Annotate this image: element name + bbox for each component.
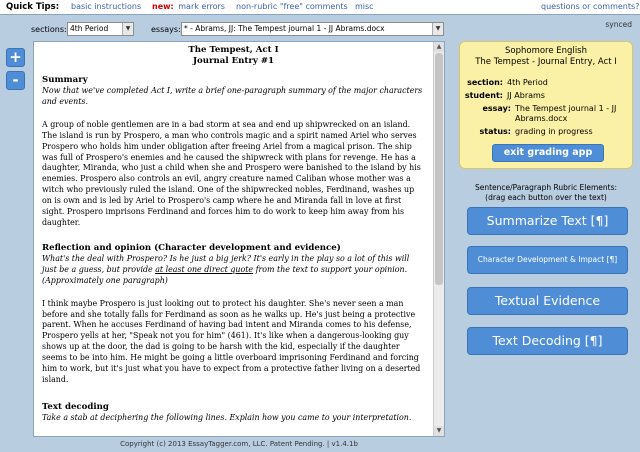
quick-tips-label: Quick Tips: — [6, 2, 60, 12]
status-key: status: — [479, 127, 511, 136]
info-student-row: student: JJ Abrams — [460, 91, 634, 101]
misc-link[interactable]: misc — [355, 0, 374, 14]
mark-errors-link[interactable]: mark errors — [178, 2, 225, 11]
scroll-down-icon[interactable]: ▼ — [434, 426, 444, 436]
essay-value: The Tempest journal 1 - JJ Abrams.docx — [515, 104, 617, 123]
essay-title: The Tempest, Act I — [188, 45, 279, 55]
character-development-button[interactable]: Character Development & Impact [¶] — [467, 246, 628, 274]
info-essay-row: essay: The Tempest journal 1 - JJ Abrams… — [460, 104, 634, 124]
exit-grading-app-button[interactable]: exit grading app — [492, 144, 604, 162]
essay-panel: The Tempest, Act I Journal Entry #1 Summ… — [33, 41, 445, 437]
info-status-row: status: grading in progress — [460, 127, 634, 137]
section-select[interactable]: 4th Period ▼ — [67, 22, 134, 36]
essay-select-value: * - Abrams, JJ: The Tempest journal 1 - … — [184, 24, 385, 33]
quick-tips-bar: Quick Tips: basic instructions new: mark… — [0, 0, 640, 15]
summarize-text-button[interactable]: Summarize Text [¶] — [467, 207, 628, 235]
reflection-prompt: What's the deal with Prospero? Is he jus… — [42, 253, 410, 285]
student-value: JJ Abrams — [507, 91, 545, 100]
essay-text[interactable]: The Tempest, Act I Journal Entry #1 Summ… — [34, 42, 433, 436]
sync-status: synced — [605, 20, 632, 29]
summary-paragraph[interactable]: A group of noble gentlemen are in a bad … — [42, 120, 425, 229]
section-key: section: — [467, 78, 503, 87]
copyright-footer: Copyright (c) 2013 EssayTagger.com, LLC.… — [120, 440, 358, 448]
essay-scrollbar[interactable]: ▲ ▼ — [433, 42, 444, 436]
rubric-elements-label: Sentence/Paragraph Rubric Elements: (dra… — [474, 183, 618, 202]
info-section-row: section: 4th Period — [460, 78, 634, 88]
essays-label: essays: — [151, 25, 181, 34]
chevron-down-icon: ▼ — [432, 23, 443, 35]
student-key: student: — [464, 91, 503, 100]
zoom-in-button[interactable]: + — [6, 48, 25, 67]
text-decoding-button[interactable]: Text Decoding [¶] — [467, 327, 628, 355]
section-value: 4th Period — [507, 78, 548, 87]
scroll-up-icon[interactable]: ▲ — [434, 42, 444, 52]
assignment-name: The Tempest - Journal Entry, Act I — [475, 57, 617, 67]
summary-prompt: Now that we've completed Act I, write a … — [42, 86, 423, 106]
essay-select[interactable]: * - Abrams, JJ: The Tempest journal 1 - … — [181, 22, 444, 36]
chevron-down-icon: ▼ — [122, 23, 133, 35]
status-value: grading in progress — [515, 127, 593, 136]
zoom-out-button[interactable]: - — [6, 71, 25, 90]
new-mark-errors: new: mark errors — [152, 0, 225, 14]
selection-controls: sections: 4th Period ▼ essays: * - Abram… — [0, 17, 640, 39]
reflection-paragraph[interactable]: I think maybe Prospero is just looking o… — [42, 299, 425, 386]
basic-instructions-link[interactable]: basic instructions — [71, 0, 141, 14]
sections-label: sections: — [31, 25, 67, 34]
questions-link[interactable]: questions or comments? — [541, 0, 639, 14]
reflection-heading: Reflection and opinion (Character develo… — [42, 242, 341, 253]
section-select-value: 4th Period — [70, 24, 109, 33]
essay-subtitle: Journal Entry #1 — [192, 56, 275, 66]
assignment-info-panel: Sophomore English The Tempest - Journal … — [459, 41, 633, 169]
new-label: new: — [152, 2, 174, 11]
decoding-heading: Text decoding — [42, 401, 109, 412]
textual-evidence-button[interactable]: Textual Evidence — [467, 287, 628, 315]
course-name: Sophomore English — [505, 46, 587, 56]
essay-key: essay: — [482, 104, 511, 113]
decoding-prompt: Take a stab at deciphering the following… — [42, 412, 412, 422]
free-comments-link[interactable]: non-rubric "free" comments — [236, 0, 348, 14]
summary-heading: Summary — [42, 75, 88, 85]
scroll-thumb[interactable] — [435, 53, 443, 285]
